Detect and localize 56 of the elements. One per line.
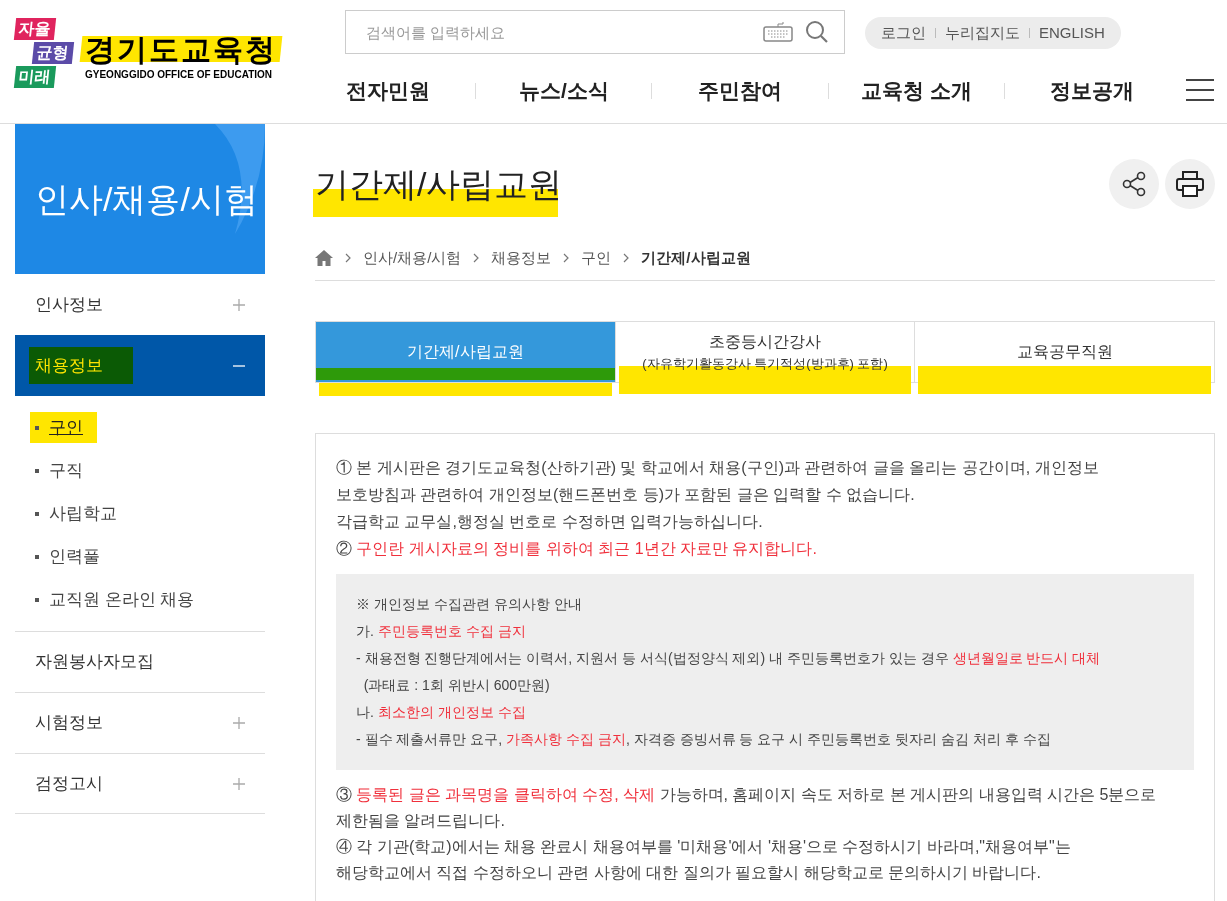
notice-line: ③ 등록된 글은 과목명을 클릭하여 수정, 삭제 가능하며, 홈페이지 속도 저하로 본 게시판의 내용입력 시간은 5분으로 <box>336 785 1158 805</box>
notice-line: - 필수 제출서류만 요구, 가족사항 수집 금지, 자격증 증빙서류 등 요구 시 주민등록번호 뒷자리 숨김 처리 후 수집 <box>356 730 1052 749</box>
sidebar-subitem[interactable]: 교직원 온라인 채용 <box>30 583 200 616</box>
notice-line: ② 구인란 게시자료의 정비를 위하여 최근 1년간 자료만 유지합니다. <box>336 539 818 559</box>
notice-line: 나. 최소한의 개인정보 수집 <box>356 703 527 722</box>
search-field[interactable]: 검색어를 입력하세요 <box>345 10 845 54</box>
nav-link[interactable]: 정보공개 <box>1050 75 1135 107</box>
tab[interactable]: 교육공무직원 <box>915 322 1214 382</box>
search-icon[interactable] <box>805 20 829 44</box>
breadcrumb-link[interactable]: 인사/채용/시험 <box>363 246 462 270</box>
sidebar-item[interactable]: 인사정보 <box>15 274 265 335</box>
keyboard-icon[interactable] <box>763 22 793 42</box>
chevron-icon <box>473 253 480 263</box>
notice-line: ※ 개인정보 수집관련 유의사항 안내 <box>356 595 583 614</box>
notice-line: ④ 각 기관(학교)에서는 채용 완료시 채용여부를 '미채용'에서 '채용'으로 수정하시기 바라며,"채용여부"는 <box>336 837 1072 857</box>
sidebar-title: 인사/채용/시험 <box>35 178 258 220</box>
share-icon <box>1121 171 1147 197</box>
utility-link[interactable]: 누리집지도 <box>945 21 1020 45</box>
logo-name: 경기도교육청 <box>85 33 277 66</box>
utility-link[interactable]: ENGLISH <box>1039 21 1105 45</box>
sidebar-item[interactable]: 검정고시 <box>15 753 265 814</box>
chevron-icon <box>563 253 570 263</box>
notice-line: 각급학교 교무실,행정실 번호로 수정하면 입력가능하십니다. <box>336 512 764 532</box>
chevron-icon <box>345 253 351 263</box>
breadcrumb-link[interactable]: 구인 <box>581 246 612 270</box>
logo-badge: 미래 <box>13 66 57 88</box>
notice-line: 가. 주민등록번호 수집 금지 <box>356 622 527 641</box>
nav-link[interactable]: 주민참여 <box>698 75 782 107</box>
sidebar-subitem[interactable]: 구인 <box>30 411 97 444</box>
logo-badge: 균형 <box>31 42 75 64</box>
sidebar-subitem[interactable]: 사립학교 <box>30 497 122 530</box>
notice-line: ① 본 게시판은 경기도교육청(산하기관) 및 학교에서 채용(구인)과 관련하여 글을 올리는 공간이며, 개인정보 <box>336 458 1100 478</box>
notice-line: 보호방침과 관련하여 개인정보(핸드폰번호 등)가 포함된 글은 입력할 수 없습니다. <box>336 485 916 505</box>
notice-line: (과태료 : 1회 위반시 600만원) <box>362 676 551 695</box>
sidebar-item[interactable]: 시험정보 <box>15 692 265 753</box>
print-icon <box>1176 171 1204 197</box>
nav-link[interactable]: 뉴스/소식 <box>518 75 609 107</box>
nav-link[interactable]: 교육청 소개 <box>860 75 972 107</box>
menu-icon[interactable] <box>1186 78 1214 102</box>
sidebar-subitem[interactable]: 구직 <box>30 454 88 487</box>
nav-link[interactable]: 전자민원 <box>345 75 430 107</box>
sidebar-item-selected[interactable]: 채용정보 <box>15 335 265 396</box>
logo-badge: 자율 <box>13 18 57 40</box>
breadcrumb-link[interactable]: 기간제/사립교원 <box>641 246 751 270</box>
notice-line: 해당학교에서 직접 수정하오니 관련 사항에 대한 질의가 필요할시 해당학교로 문의하시기 바랍니다. <box>336 863 1042 883</box>
breadcrumb-link[interactable]: 채용정보 <box>491 246 552 270</box>
print-button[interactable] <box>1165 159 1215 209</box>
share-button[interactable] <box>1109 159 1159 209</box>
utility-link[interactable]: 로그인 <box>881 21 926 45</box>
logo-subtitle: GYEONGGIDO OFFICE OF EDUCATION <box>85 68 274 82</box>
home-icon[interactable] <box>315 250 333 266</box>
sidebar-item[interactable]: 자원봉사자모집 <box>15 631 265 692</box>
chevron-icon <box>623 253 630 263</box>
notice-line: 제한됨을 알려드립니다. <box>336 811 506 831</box>
notice-line: - 채용전형 진행단계에서는 이력서, 지원서 등 서식(법정양식 제외) 내 주민등록번호가 있는 경우 생년월일로 반드시 대체 <box>356 649 1102 668</box>
sidebar-subitem[interactable]: 인력풀 <box>30 540 105 573</box>
